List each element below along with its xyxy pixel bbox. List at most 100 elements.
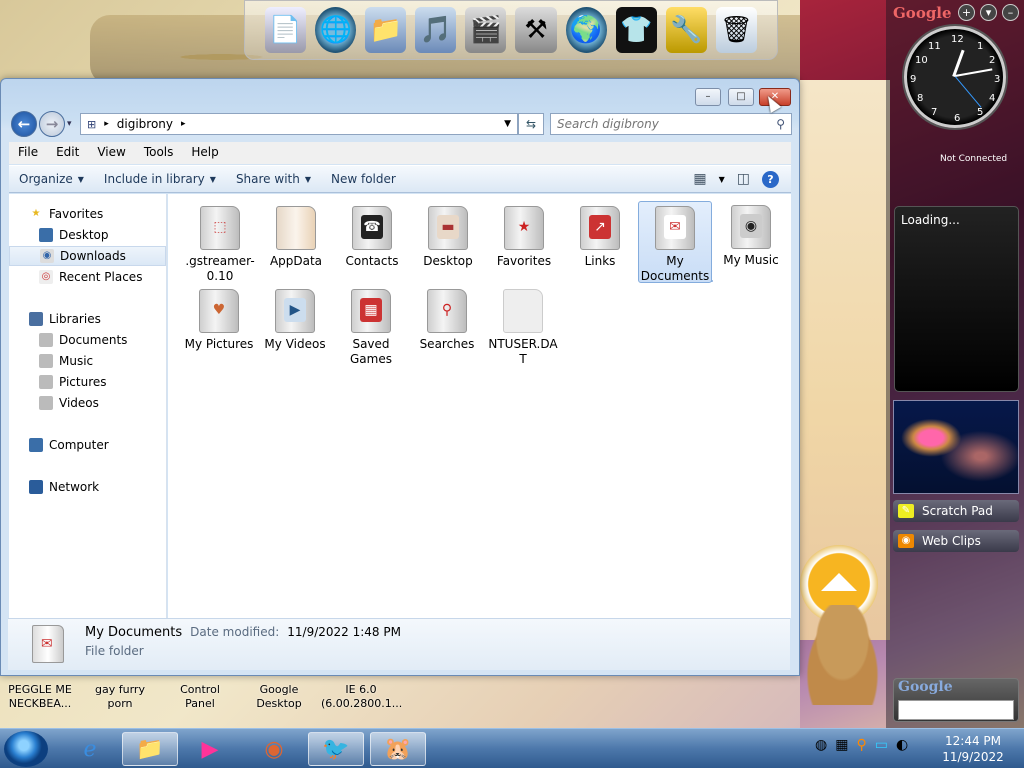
folder-documents-dock-icon[interactable]: 📁 xyxy=(365,7,407,53)
view-options-icon[interactable]: ▦ xyxy=(693,171,706,187)
back-button[interactable]: ← xyxy=(11,111,37,137)
address-dropdown-icon[interactable]: ▼ xyxy=(504,119,517,129)
forward-button[interactable]: → xyxy=(39,111,65,137)
menu-help[interactable]: Help xyxy=(182,142,227,164)
file-item-my-music[interactable]: ◉ My Music xyxy=(714,201,788,268)
help-icon[interactable]: ? xyxy=(762,170,779,188)
internet-dock-icon[interactable]: 🌍 xyxy=(565,7,607,53)
organize-button[interactable]: Organize ▼ xyxy=(9,172,94,186)
file-item-searches[interactable]: ⚲ Searches xyxy=(410,285,484,352)
file-item-links[interactable]: ↗ Links xyxy=(563,202,637,269)
jellyfish-photo-gadget[interactable] xyxy=(893,400,1019,494)
nav-network[interactable]: Network xyxy=(9,477,166,497)
nav-recent-places[interactable]: ◎ Recent Places xyxy=(9,267,166,287)
nav-pictures[interactable]: Pictures xyxy=(9,372,166,392)
nav-libraries[interactable]: Libraries xyxy=(9,309,166,329)
scratch-pad-gadget[interactable]: ✎ Scratch Pad xyxy=(893,500,1019,522)
search-box[interactable]: ⚲ xyxy=(550,113,792,135)
volume-tray-icon[interactable]: ◐ xyxy=(896,737,908,753)
search-tray-icon[interactable]: ⚲ xyxy=(856,737,866,753)
chrome-tray-icon[interactable]: ◍ xyxy=(815,737,827,753)
folder-music-dock-icon[interactable]: 🎵 xyxy=(415,7,457,53)
file-item-ntuser-dat[interactable]: NTUSER.DA T xyxy=(486,285,560,367)
maximize-button[interactable]: □ xyxy=(728,88,754,106)
file-label: Documents xyxy=(640,269,710,283)
file-item-contacts[interactable]: ☎ Contacts xyxy=(335,202,409,269)
file-item-my-pictures[interactable]: ♥ My Pictures xyxy=(182,285,256,352)
include-in-library-button[interactable]: Include in library ▼ xyxy=(94,172,226,186)
nav-videos[interactable]: Videos xyxy=(9,393,166,413)
clock[interactable]: 12:44 PM 11/9/2022 xyxy=(935,733,1011,765)
my-documents-preview-icon xyxy=(32,625,64,663)
share-with-button[interactable]: Share with ▼ xyxy=(226,172,321,186)
add-gadget-icon[interactable]: + xyxy=(958,4,975,21)
menu-edit[interactable]: Edit xyxy=(47,142,88,164)
tshirt-dock-icon[interactable]: 👕 xyxy=(615,7,657,53)
document-dock-icon[interactable]: 📄 xyxy=(265,7,307,53)
file-item-desktop[interactable]: ▬ Desktop xyxy=(411,202,485,269)
folder-video-dock-icon[interactable]: 🎬 xyxy=(465,7,507,53)
taskbar: ℯ 📁 ▶ ◉ 🐦 🐹 ◍ ▦ ⚲ ▭ ◐ 12:44 PM 11/9/2022 xyxy=(0,728,1024,768)
menu-file[interactable]: File xyxy=(9,142,47,164)
recent-pages-chevron-icon[interactable]: ▾ xyxy=(67,119,72,129)
preview-pane-icon[interactable]: ◫ xyxy=(737,171,750,187)
hamster-desktop-pet[interactable] xyxy=(800,605,885,705)
details-name: My Documents xyxy=(85,625,183,640)
address-bar[interactable]: ⊞ ▸ digibrony ▸ ▼ xyxy=(80,113,518,135)
desktop-icon-label: IE 6.0 xyxy=(345,683,377,696)
google-search-input[interactable] xyxy=(898,700,1014,720)
desktop-icon-google-desktop[interactable]: Google Desktop xyxy=(243,683,315,711)
file-item-my-documents-selected[interactable]: ✉ My Documents xyxy=(638,201,712,283)
view-dropdown-icon[interactable]: ▼ xyxy=(719,175,725,184)
tools-dock-icon[interactable]: ⚒ xyxy=(515,7,557,53)
file-item-gstreamer[interactable]: ⬚ .gstreamer- 0.10 xyxy=(183,202,257,284)
file-item-saved-games[interactable]: ▦ Saved Games xyxy=(334,285,408,367)
angry-birds-taskbar-icon[interactable]: 🐦 xyxy=(308,732,364,766)
globe-dock-icon[interactable]: 🌐 xyxy=(315,7,357,53)
desktop-icon-peggle[interactable]: PEGGLE ME NECKBEA... xyxy=(4,683,76,711)
breadcrumb-chevron-icon[interactable]: ▸ xyxy=(181,119,186,129)
internet-explorer-taskbar-icon[interactable]: ℯ xyxy=(62,732,118,766)
desktop-icon-label: gay furry xyxy=(95,683,145,696)
loading-gadget[interactable]: Loading... xyxy=(894,206,1019,392)
saved-games-folder-icon: ▦ xyxy=(351,289,391,333)
recycle-bin-dock-icon[interactable]: 🗑 xyxy=(715,7,757,53)
nav-music[interactable]: Music xyxy=(9,351,166,371)
desktop-icon-ie6[interactable]: IE 6.0 (6.00.2800.1... xyxy=(321,683,402,711)
analog-clock[interactable]: 12 1 2 3 4 5 6 7 8 9 10 11 xyxy=(904,26,1006,128)
menu-view[interactable]: View xyxy=(88,142,134,164)
media-player-taskbar-icon[interactable]: ▶ xyxy=(182,732,238,766)
nav-documents[interactable]: Documents xyxy=(9,330,166,350)
minimize-button[interactable]: – xyxy=(695,88,721,106)
breadcrumb-chevron-icon[interactable]: ▸ xyxy=(104,119,109,129)
nav-downloads[interactable]: ◉ Downloads xyxy=(9,246,166,266)
windows-explorer-taskbar-icon[interactable]: 📁 xyxy=(122,732,178,766)
file-item-my-videos[interactable]: ▶ My Videos xyxy=(258,285,332,352)
firefox-taskbar-icon[interactable]: ◉ xyxy=(246,732,302,766)
search-input[interactable] xyxy=(557,117,777,131)
refresh-button[interactable]: ⇆ xyxy=(518,113,544,135)
sidebar-minimize-icon[interactable]: – xyxy=(1002,4,1019,21)
web-clips-gadget[interactable]: ◉ Web Clips xyxy=(893,530,1019,552)
include-in-library-label: Include in library xyxy=(103,172,205,186)
menu-bar: File Edit View Tools Help xyxy=(9,142,791,164)
search-icon[interactable]: ⚲ xyxy=(776,117,791,131)
new-folder-button[interactable]: New folder xyxy=(321,172,406,186)
share-with-label: Share with xyxy=(235,172,300,186)
desktop-icon-control-panel[interactable]: Control Panel xyxy=(164,683,236,711)
desktop-icon-gf[interactable]: gay furry porn xyxy=(84,683,156,711)
clock-number: 12 xyxy=(951,34,964,45)
nav-computer[interactable]: Computer xyxy=(9,435,166,455)
network-tray-icon[interactable]: ▦ xyxy=(835,737,848,753)
menu-tools[interactable]: Tools xyxy=(135,142,183,164)
nav-desktop[interactable]: Desktop xyxy=(9,225,166,245)
nav-favorites[interactable]: ★ Favorites xyxy=(9,204,166,224)
settings-tools-dock-icon[interactable]: 🔧 xyxy=(665,7,707,53)
breadcrumb-digibrony[interactable]: digibrony xyxy=(117,117,173,131)
display-tray-icon[interactable]: ▭ xyxy=(875,737,888,753)
hamster-taskbar-icon[interactable]: 🐹 xyxy=(370,732,426,766)
sidebar-menu-icon[interactable]: ▾ xyxy=(980,4,997,21)
file-item-appdata[interactable]: AppData xyxy=(259,202,333,269)
start-button[interactable] xyxy=(4,731,48,767)
file-item-favorites[interactable]: ★ Favorites xyxy=(487,202,561,269)
